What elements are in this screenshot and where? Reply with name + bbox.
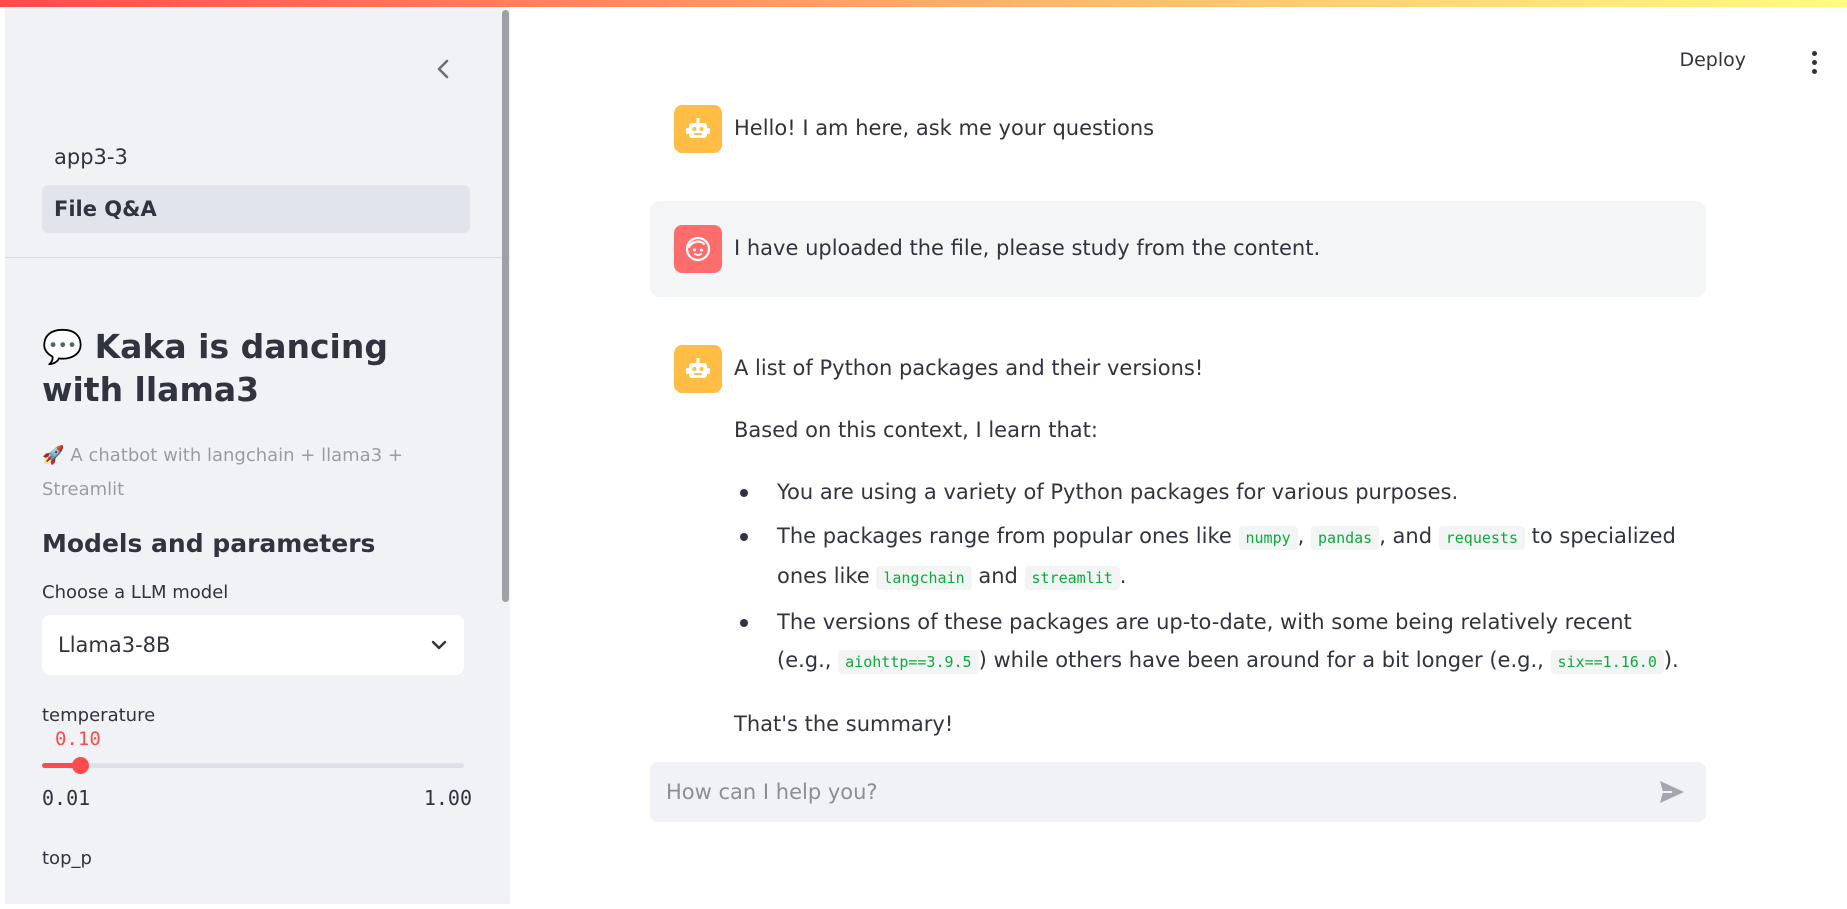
bullet-item: The packages range from popular ones lik… xyxy=(740,517,1682,597)
message-bullets: You are using a variety of Python packag… xyxy=(734,473,1682,681)
message-text: I have uploaded the file, please study f… xyxy=(734,236,1321,260)
app-caption: 🚀 A chatbot with langchain + llama3 + Str… xyxy=(42,439,472,507)
temperature-min: 0.01 xyxy=(42,786,91,810)
message-intro: A list of Python packages and their vers… xyxy=(734,356,1204,380)
slider-thumb[interactable] xyxy=(72,757,90,774)
send-icon xyxy=(1660,781,1684,803)
app-title: 💬 Kaka is dancing with llama3 xyxy=(42,325,472,411)
message-text: Hello! I am here, ask me your questions xyxy=(734,116,1155,140)
sidebar-scrollbar-thumb[interactable] xyxy=(502,10,509,602)
bullet-item: The versions of these packages are up-to… xyxy=(740,603,1682,681)
chat-message-user: I have uploaded the file, please study f… xyxy=(650,201,1706,297)
speech-bubble-icon: 💬 xyxy=(42,327,84,366)
models-section-heading: Models and parameters xyxy=(42,529,376,558)
nav-divider xyxy=(5,257,510,258)
deploy-button[interactable]: Deploy xyxy=(1669,45,1756,75)
inline-code: langchain xyxy=(876,566,972,590)
main-menu-button[interactable] xyxy=(1799,45,1829,79)
sidebar-content: 💬 Kaka is dancing with llama3 🚀 A chatbot… xyxy=(42,325,472,869)
model-select[interactable]: Llama3-8B xyxy=(42,615,464,675)
rocket-icon: 🚀 xyxy=(42,445,65,466)
message-content: A list of Python packages and their vers… xyxy=(734,345,1682,743)
temperature-max: 1.00 xyxy=(423,786,472,810)
temperature-slider: 0.10 0.01 1.00 xyxy=(42,726,472,812)
user-avatar xyxy=(674,225,722,273)
robot-icon xyxy=(686,358,710,378)
inline-code: aiohttp==3.9.5 xyxy=(838,650,979,674)
inline-code: numpy xyxy=(1238,526,1298,550)
bot-avatar xyxy=(674,105,722,153)
sidebar: app3-3 File Q&A 💬 Kaka is dancing with l… xyxy=(5,7,511,904)
chevron-left-icon xyxy=(437,59,449,79)
app-caption-text: A chatbot with langchain + llama3 + Stre… xyxy=(42,445,403,500)
user-face-icon xyxy=(685,236,711,262)
slider-track[interactable] xyxy=(42,763,464,768)
bot-avatar xyxy=(674,345,722,393)
model-select-label: Choose a LLM model xyxy=(42,582,229,603)
message-content: Hello! I am here, ask me your questions xyxy=(734,105,1154,147)
temperature-label: temperature xyxy=(42,705,156,726)
nav-item-app3-3[interactable]: app3-3 xyxy=(42,133,470,181)
inline-code: six==1.16.0 xyxy=(1550,650,1664,674)
inline-code: requests xyxy=(1438,526,1525,550)
chat-input-bar xyxy=(650,762,1706,822)
robot-icon xyxy=(686,118,710,138)
top-p-label: top_p xyxy=(42,848,92,869)
bullet-item: You are using a variety of Python packag… xyxy=(740,473,1682,511)
model-select-value: Llama3-8B xyxy=(58,633,171,657)
send-button[interactable] xyxy=(1652,772,1692,812)
inline-code: streamlit xyxy=(1024,566,1120,590)
chat-message-assistant: A list of Python packages and their vers… xyxy=(650,345,1706,743)
nav-item-file-qa[interactable]: File Q&A xyxy=(42,185,470,233)
app-title-text: Kaka is dancing with llama3 xyxy=(42,327,388,409)
message-content: I have uploaded the file, please study f… xyxy=(734,225,1320,267)
inline-code: pandas xyxy=(1311,526,1380,550)
temperature-value: 0.10 xyxy=(55,728,101,750)
collapse-sidebar-button[interactable] xyxy=(425,53,461,85)
main-area: Deploy Hello! I am here, ask me your que… xyxy=(510,7,1847,904)
more-vertical-icon xyxy=(1811,50,1817,56)
page-nav: app3-3 File Q&A xyxy=(42,133,470,237)
top-decoration-bar xyxy=(0,0,1847,7)
message-summary: That's the summary! xyxy=(734,712,954,736)
chat-input[interactable] xyxy=(664,779,1652,805)
message-context: Based on this context, I learn that: xyxy=(734,418,1098,442)
chevron-down-icon xyxy=(431,640,447,650)
chat-message-assistant: Hello! I am here, ask me your questions xyxy=(650,105,1706,153)
